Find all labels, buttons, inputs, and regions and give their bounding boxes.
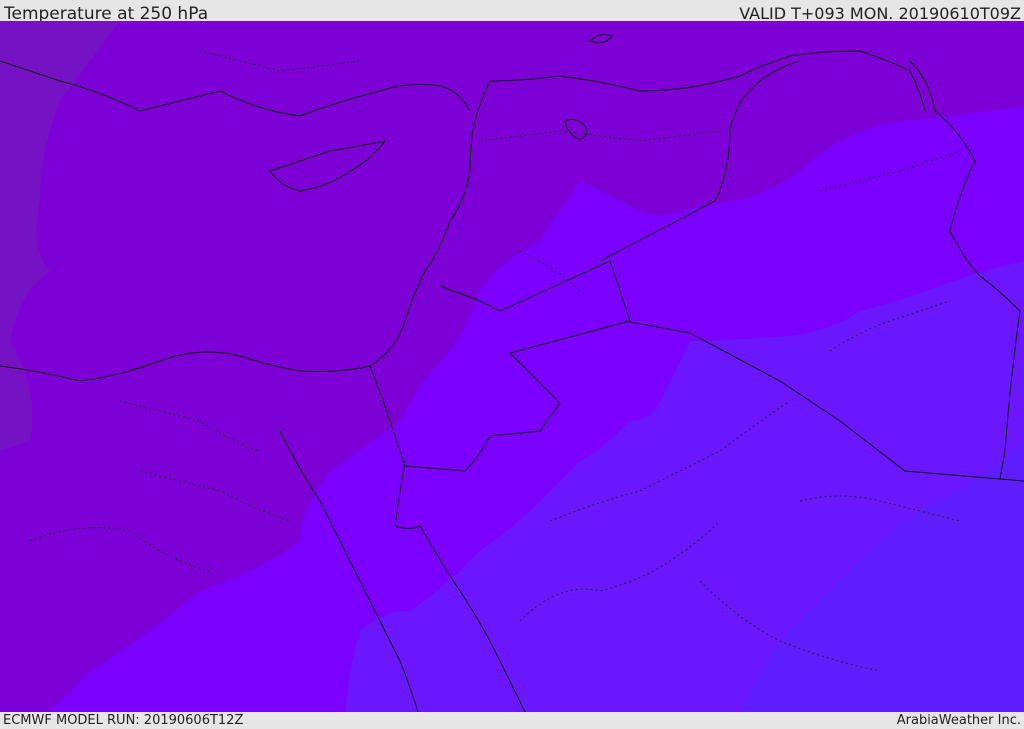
model-run-label: ECMWF MODEL RUN: 20190606T12Z (3, 713, 244, 728)
credit-label: ArabiaWeather Inc. (896, 713, 1021, 728)
weather-map[interactable] (0, 21, 1024, 713)
header-bar: Temperature at 250 hPa VALID T+093 MON. … (0, 0, 1024, 24)
footer-bar: ECMWF MODEL RUN: 20190606T12Z ArabiaWeat… (0, 712, 1024, 729)
